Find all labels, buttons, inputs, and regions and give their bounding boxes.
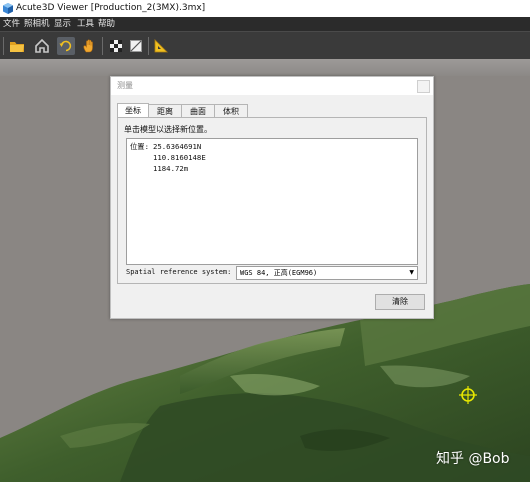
coordinates-panel: 单击模型以选择新位置。 位置: 25.6364691N 110.8160148E… [117,117,427,284]
dialog-title: 测量 [117,81,133,90]
target-crosshair-icon [459,386,477,404]
dialog-titlebar: 测量 [111,77,433,95]
tab-coordinates[interactable]: 坐标 [117,103,149,118]
dialog-close-button[interactable] [417,80,430,93]
window-title: Acute3D Viewer [Production_2(3MX).3mx] [16,3,206,13]
menu-help[interactable]: 帮助 [98,17,115,31]
tile-icon[interactable] [127,37,145,55]
rotate-button[interactable] [57,37,75,55]
rotate-icon [59,40,72,52]
app-cube-icon [3,3,13,14]
srs-label: Spatial reference system: [126,268,232,276]
watermark-text: 知乎 @Bob [436,451,510,467]
menu-camera[interactable]: 照相机 [24,17,50,31]
latitude-value: 25.6364691N [153,142,202,151]
home-icon[interactable] [33,37,51,55]
menu-file[interactable]: 文件 [3,17,20,31]
srs-selected-value: WGS 84, 正高(EGM96) [240,269,318,277]
toolbar [0,31,530,60]
tab-distance[interactable]: 距离 [148,104,182,118]
tab-surface[interactable]: 曲面 [181,104,215,118]
chevron-down-icon: ▼ [409,269,414,276]
clear-button[interactable]: 清除 [375,294,425,310]
menu-display[interactable]: 显示 [54,17,71,31]
srs-select[interactable]: WGS 84, 正高(EGM96) ▼ [236,266,418,280]
open-folder-icon[interactable] [8,37,26,55]
tab-volume[interactable]: 体积 [214,104,248,118]
menu-bar: 文件 照相机 显示 工具 帮助 [0,17,530,31]
longitude-value: 110.8160148E [153,153,206,162]
view-header-strip [0,59,530,76]
position-output[interactable]: 位置: 25.6364691N 110.8160148E 1184.72m [126,138,418,265]
altitude-value: 1184.72m [153,164,189,173]
toolbar-separator [102,37,103,55]
checkerboard-icon[interactable] [107,37,125,55]
pan-hand-icon[interactable] [80,37,98,55]
measure-ruler-icon[interactable] [152,37,170,55]
menu-tools[interactable]: 工具 [77,17,94,31]
instruction-text: 单击模型以选择新位置。 [124,125,212,134]
window-titlebar: Acute3D Viewer [Production_2(3MX).3mx] [0,0,530,17]
measure-dialog: 测量 坐标 距离 曲面 体积 单击模型以选择新位置。 位置: 25.636469… [110,76,434,319]
position-label: 位置: [130,142,149,151]
toolbar-separator [148,37,149,55]
toolbar-separator [3,37,4,55]
